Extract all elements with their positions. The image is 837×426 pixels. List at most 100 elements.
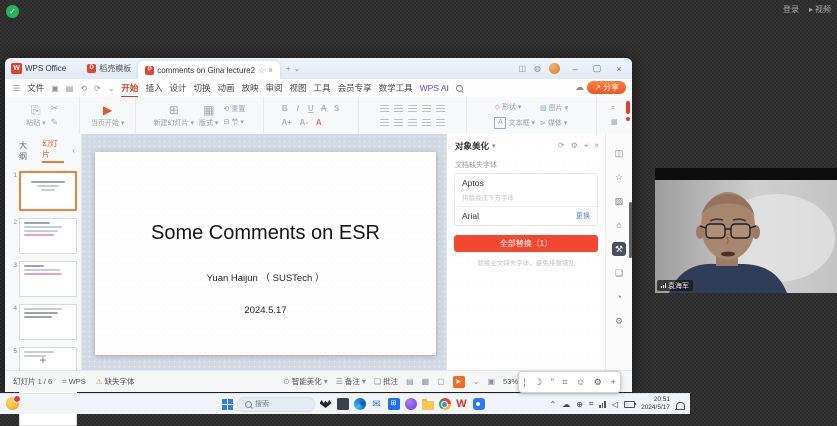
play-options-caret-icon[interactable]: ⌄	[473, 377, 480, 386]
replace-all-button[interactable]: 全部替换（1）	[454, 235, 598, 252]
tab-star-icon[interactable]: ☆	[258, 66, 265, 75]
bold-icon[interactable]: B	[280, 104, 290, 113]
slideshow-play-button[interactable]: ▶	[453, 376, 465, 388]
webcam-overlay[interactable]: 袁海军	[655, 168, 837, 293]
ribbon-search-icon[interactable]	[456, 85, 463, 92]
align-left-icon[interactable]	[408, 105, 417, 113]
share-button[interactable]: ↗ 分享	[587, 81, 626, 94]
smart-beautify-button[interactable]: ⊙ 智能美化 ▾	[283, 376, 328, 387]
chrome-icon[interactable]	[438, 398, 451, 411]
menu-insert[interactable]: 插入	[145, 82, 162, 94]
italic-icon[interactable]: I	[293, 104, 303, 113]
maximize-button[interactable]: ▢	[590, 63, 604, 74]
menu-transition[interactable]: 切换	[193, 82, 210, 94]
ime-punctuation-icon[interactable]: ”	[551, 377, 554, 387]
tray-clock[interactable]: 20:51 2024/5/17	[641, 396, 670, 413]
new-tab-button[interactable]: +	[286, 64, 291, 73]
panel-refresh-icon[interactable]: ⟳	[558, 141, 565, 151]
shapes-button[interactable]: ◇ 形状 ▾	[494, 102, 535, 112]
cut-icon[interactable]: ✂	[51, 103, 59, 114]
chart-icon[interactable]: ▦	[611, 118, 618, 126]
font-decrease-icon[interactable]: A-	[297, 118, 311, 127]
media-button[interactable]: ⊳ 媒体 ▾	[540, 118, 568, 128]
more-commands-icon[interactable]: ⌄	[108, 84, 115, 93]
edge-icon[interactable]	[353, 398, 366, 411]
meeting-app-taskbar-icon[interactable]	[472, 398, 485, 411]
menu-view[interactable]: 视图	[290, 82, 307, 94]
wps-status-label[interactable]: WPS	[69, 377, 86, 386]
bat-app-icon[interactable]	[319, 398, 332, 411]
menu-design[interactable]: 设计	[169, 82, 186, 94]
shortcut-settings-icon[interactable]: ⚙	[612, 314, 626, 328]
font-color-icon[interactable]: A	[314, 118, 324, 127]
slide-thumb-2[interactable]: 2	[7, 218, 77, 254]
tab-document[interactable]: P comments on Gina lecture2 ☆ ×	[138, 61, 280, 79]
picture-button[interactable]: ▨ 图片 ▾	[540, 103, 568, 113]
ime-settings-icon[interactable]: ⚙	[594, 377, 602, 388]
comments-button[interactable]: ❏ 批注	[374, 376, 398, 387]
account-avatar[interactable]	[549, 63, 560, 74]
menu-math-tools[interactable]: 数学工具	[379, 82, 413, 94]
tray-cloud-icon[interactable]: ☁	[562, 400, 570, 409]
shortcut-history-icon[interactable]: ◔	[612, 290, 626, 304]
undo-icon[interactable]: ⟲	[80, 84, 87, 93]
menu-review[interactable]: 审阅	[266, 82, 283, 94]
wps-taskbar-icon[interactable]: W	[455, 398, 468, 411]
new-slide-button[interactable]: ⊞ 新建幻灯片 ▾	[154, 104, 194, 128]
tab-close-icon[interactable]: ×	[268, 66, 273, 75]
ime-night-mode-icon[interactable]: ☽	[534, 377, 542, 388]
video-button[interactable]: ▸视频	[809, 4, 831, 15]
change-font-link[interactable]: 更换	[576, 211, 590, 221]
start-button[interactable]	[222, 399, 233, 410]
menu-animation[interactable]: 动画	[217, 82, 234, 94]
menu-wps-ai[interactable]: WPS AI	[420, 83, 449, 93]
battery-icon[interactable]	[624, 401, 635, 408]
slide-thumb-1[interactable]: 1	[7, 171, 77, 211]
slide-canvas[interactable]: Some Comments on ESR Yuan Haijun （ SUSTe…	[82, 134, 446, 371]
layout-button[interactable]: ▦ 版式 ▾	[199, 104, 218, 128]
reading-view-icon[interactable]: ▢	[437, 377, 445, 386]
menu-home[interactable]: 开始	[121, 82, 138, 94]
panel-pin-icon[interactable]: ⌖	[584, 141, 589, 151]
save-icon[interactable]: ▣	[51, 84, 59, 93]
taskbar-search[interactable]: 搜索	[237, 397, 315, 412]
fit-window-icon[interactable]: ▣	[487, 377, 495, 386]
mail-icon[interactable]: ✉	[370, 398, 383, 411]
redo-icon[interactable]: ⟳	[94, 84, 101, 93]
tab-outline[interactable]: 大纲	[19, 140, 34, 162]
slide-thumb-3[interactable]: 3	[7, 261, 77, 297]
normal-view-icon[interactable]: ▤	[406, 377, 414, 386]
align-center-icon[interactable]	[422, 105, 431, 113]
symbol-icon[interactable]: ⌗	[611, 105, 618, 113]
ime-emoji-icon[interactable]: ☺	[576, 377, 585, 387]
shortcut-star-icon[interactable]: ☆	[612, 170, 626, 184]
minimize-button[interactable]: –	[568, 64, 582, 74]
shortcut-tools-icon[interactable]: ⚒	[612, 242, 626, 256]
shortcut-home-icon[interactable]: ⌂	[612, 218, 626, 232]
numbered-list-icon[interactable]	[394, 105, 403, 113]
justify-icon[interactable]	[436, 119, 445, 127]
sorter-view-icon[interactable]: ▦	[422, 377, 430, 386]
font-increase-icon[interactable]: A+	[280, 118, 294, 127]
notes-button[interactable]: ☰ 备注 ▾	[336, 376, 366, 387]
underline-icon[interactable]: U	[306, 104, 316, 113]
section-button[interactable]: ⊟ 节 ▾	[223, 117, 245, 127]
photos-icon[interactable]	[404, 398, 417, 411]
tray-input-icon[interactable]: ⊕	[576, 400, 583, 409]
panel-scrollbar[interactable]	[629, 202, 632, 258]
tab-docer-template[interactable]: D 稻壳模板	[80, 60, 138, 77]
menu-file[interactable]: 文件	[27, 82, 44, 94]
play-from-current-button[interactable]: ▶ 当页开始 ▾	[91, 104, 124, 128]
tray-expand-icon[interactable]: ⌃	[550, 400, 557, 409]
slide-thumb-4[interactable]: 4	[7, 304, 77, 340]
menu-tools[interactable]: 工具	[314, 82, 331, 94]
panel-close-icon[interactable]: ×	[594, 141, 599, 151]
volume-icon[interactable]: ◁	[612, 400, 618, 409]
shortcut-notes-icon[interactable]: ❏	[612, 266, 626, 280]
menu-member[interactable]: 会员专享	[338, 82, 372, 94]
panel-title-caret-icon[interactable]: ▾	[492, 142, 496, 150]
zoom-level[interactable]: 53%	[503, 377, 518, 386]
columns-icon[interactable]	[408, 119, 417, 127]
bullet-list-icon[interactable]	[380, 105, 389, 113]
add-slide-button[interactable]: +	[39, 353, 46, 367]
